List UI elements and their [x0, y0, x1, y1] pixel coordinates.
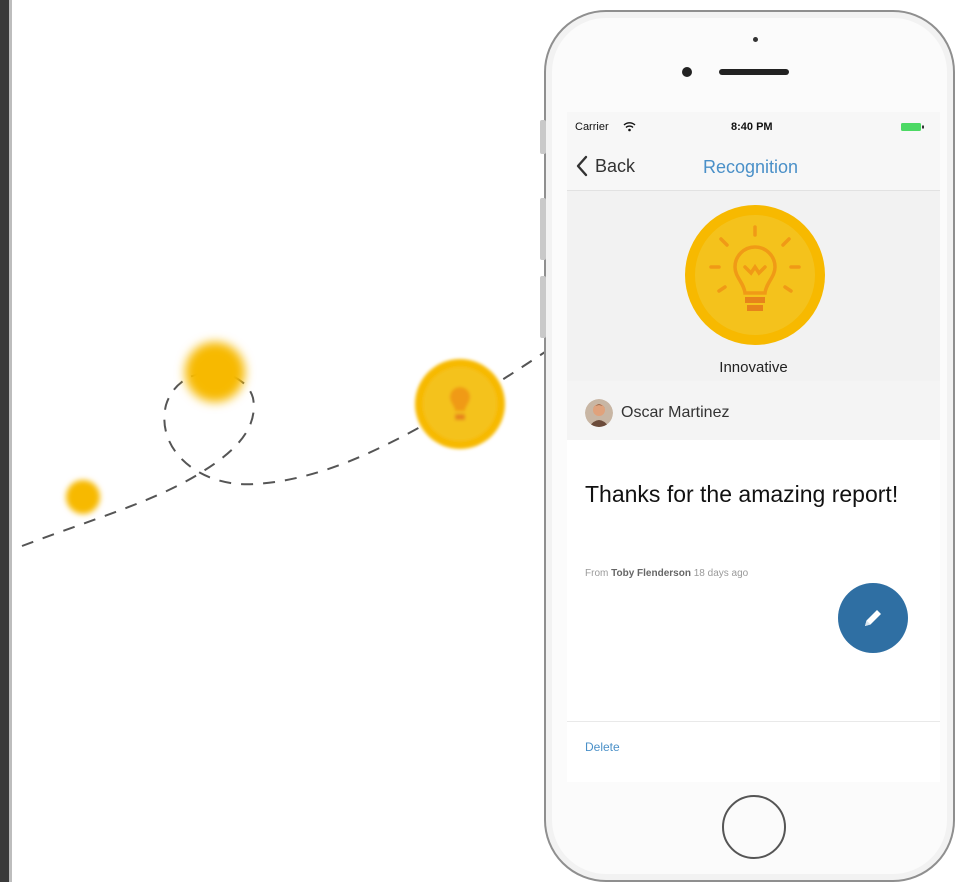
mute-switch	[540, 120, 546, 154]
back-label: Back	[595, 155, 636, 176]
nav-title: Recognition	[703, 157, 799, 177]
proximity-sensor	[753, 37, 758, 42]
from-prefix: From	[585, 568, 609, 579]
message-text: Thanks for the amazing report!	[585, 481, 899, 507]
message-meta: From Toby Flenderson 18 days ago	[585, 568, 748, 579]
recipient-row[interactable]: Oscar Martinez	[567, 391, 940, 435]
badge-header: Innovative	[567, 191, 940, 381]
recipient-name: Oscar Martinez	[621, 404, 730, 421]
carrier-label: Carrier	[575, 121, 609, 133]
earpiece-speaker	[719, 69, 789, 75]
sender-name: Toby Flenderson	[611, 568, 691, 579]
navigation-bar: Back Recognition	[567, 142, 940, 191]
motion-coin-large	[415, 359, 505, 449]
delete-button[interactable]: Delete	[585, 740, 620, 754]
volume-down-button	[540, 276, 546, 338]
wifi-icon	[623, 122, 636, 132]
back-button[interactable]: Back	[575, 154, 635, 178]
avatar	[585, 399, 613, 427]
motion-coin-medium	[185, 342, 245, 402]
pencil-icon	[865, 610, 881, 626]
motion-coin-small	[66, 480, 100, 514]
edit-fab-button[interactable]	[838, 583, 908, 653]
phone-frame: Carrier 8:40 PM Back Recognition Innovat…	[540, 10, 955, 882]
battery-icon	[901, 123, 924, 131]
message-time-ago: 18 days ago	[693, 568, 749, 579]
front-camera	[682, 67, 692, 77]
badge-name: Innovative	[719, 359, 788, 376]
phone-screen: Carrier 8:40 PM Back Recognition Innovat…	[567, 112, 940, 782]
home-button[interactable]	[722, 795, 786, 859]
lightbulb-icon	[685, 205, 825, 345]
chevron-left-icon	[576, 155, 588, 177]
status-time: 8:40 PM	[731, 121, 773, 133]
status-bar: Carrier 8:40 PM	[567, 112, 940, 142]
card-divider	[567, 721, 940, 722]
volume-up-button	[540, 198, 546, 260]
